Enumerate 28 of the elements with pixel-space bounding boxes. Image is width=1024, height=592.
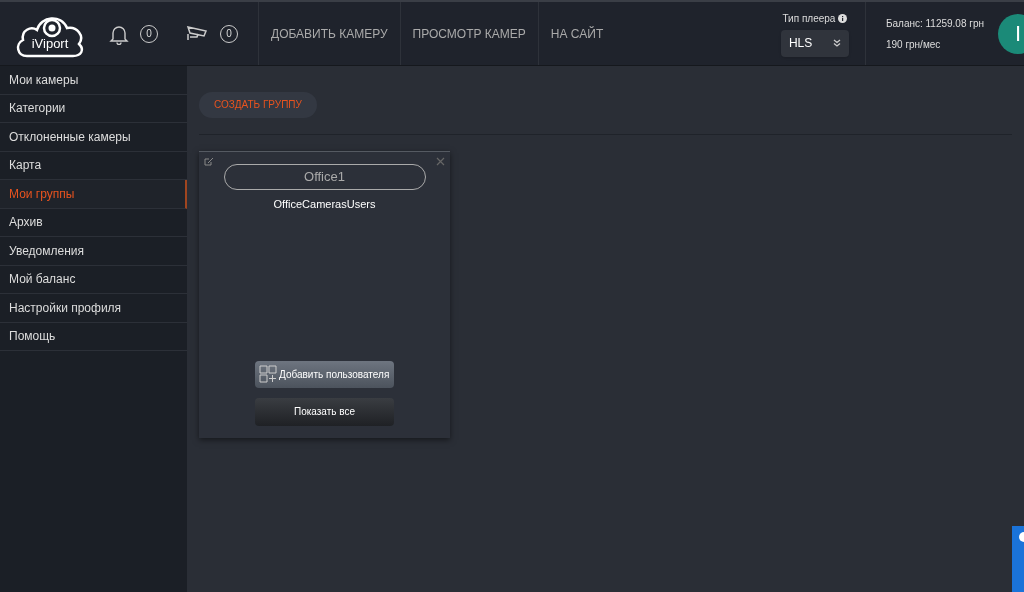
show-all-button[interactable]: Показать все xyxy=(255,397,394,426)
nav-link[interactable]: ПРОСМОТР КАМЕР xyxy=(399,2,538,65)
sidebar-item[interactable]: Помощь xyxy=(0,322,187,351)
edit-icon[interactable] xyxy=(204,156,214,166)
player-type-select[interactable]: HLS xyxy=(780,29,849,57)
side-widget[interactable] xyxy=(1012,526,1024,592)
sidebar-item[interactable]: Мои группы xyxy=(0,180,187,209)
double-chevron-icon xyxy=(832,39,841,47)
nav-link[interactable]: НА САЙТ xyxy=(537,2,616,65)
sidebar-item[interactable]: Мои камеры xyxy=(0,66,187,95)
sidebar-item[interactable]: Уведомления xyxy=(0,237,187,266)
group-users-text: OfficeCamerasUsers xyxy=(273,196,376,212)
avatar[interactable]: I xyxy=(998,13,1024,54)
add-user-button[interactable]: Добавить пользователя xyxy=(255,360,394,388)
chat-icon xyxy=(1016,532,1024,542)
sidebar-item[interactable]: Архив xyxy=(0,208,187,237)
sidebar-item[interactable]: Категории xyxy=(0,94,187,123)
tariff-text: 190 грн/мес xyxy=(885,37,942,52)
grid-plus-icon xyxy=(259,365,277,383)
player-type-label: Тип плеера xyxy=(782,11,836,26)
logo[interactable]: iViport xyxy=(13,9,87,58)
info-icon[interactable] xyxy=(838,13,848,23)
balance-text: Баланс: 11259.08 грн xyxy=(885,16,984,31)
sidebar-item[interactable]: Настройки профиля xyxy=(0,294,187,323)
sidebar-item[interactable]: Мой баланс xyxy=(0,265,187,294)
logo-text: iViport xyxy=(30,35,70,53)
sidebar-item[interactable]: Отклоненные камеры xyxy=(0,123,187,152)
nav-link[interactable]: ДОБАВИТЬ КАМЕРУ xyxy=(258,2,400,65)
